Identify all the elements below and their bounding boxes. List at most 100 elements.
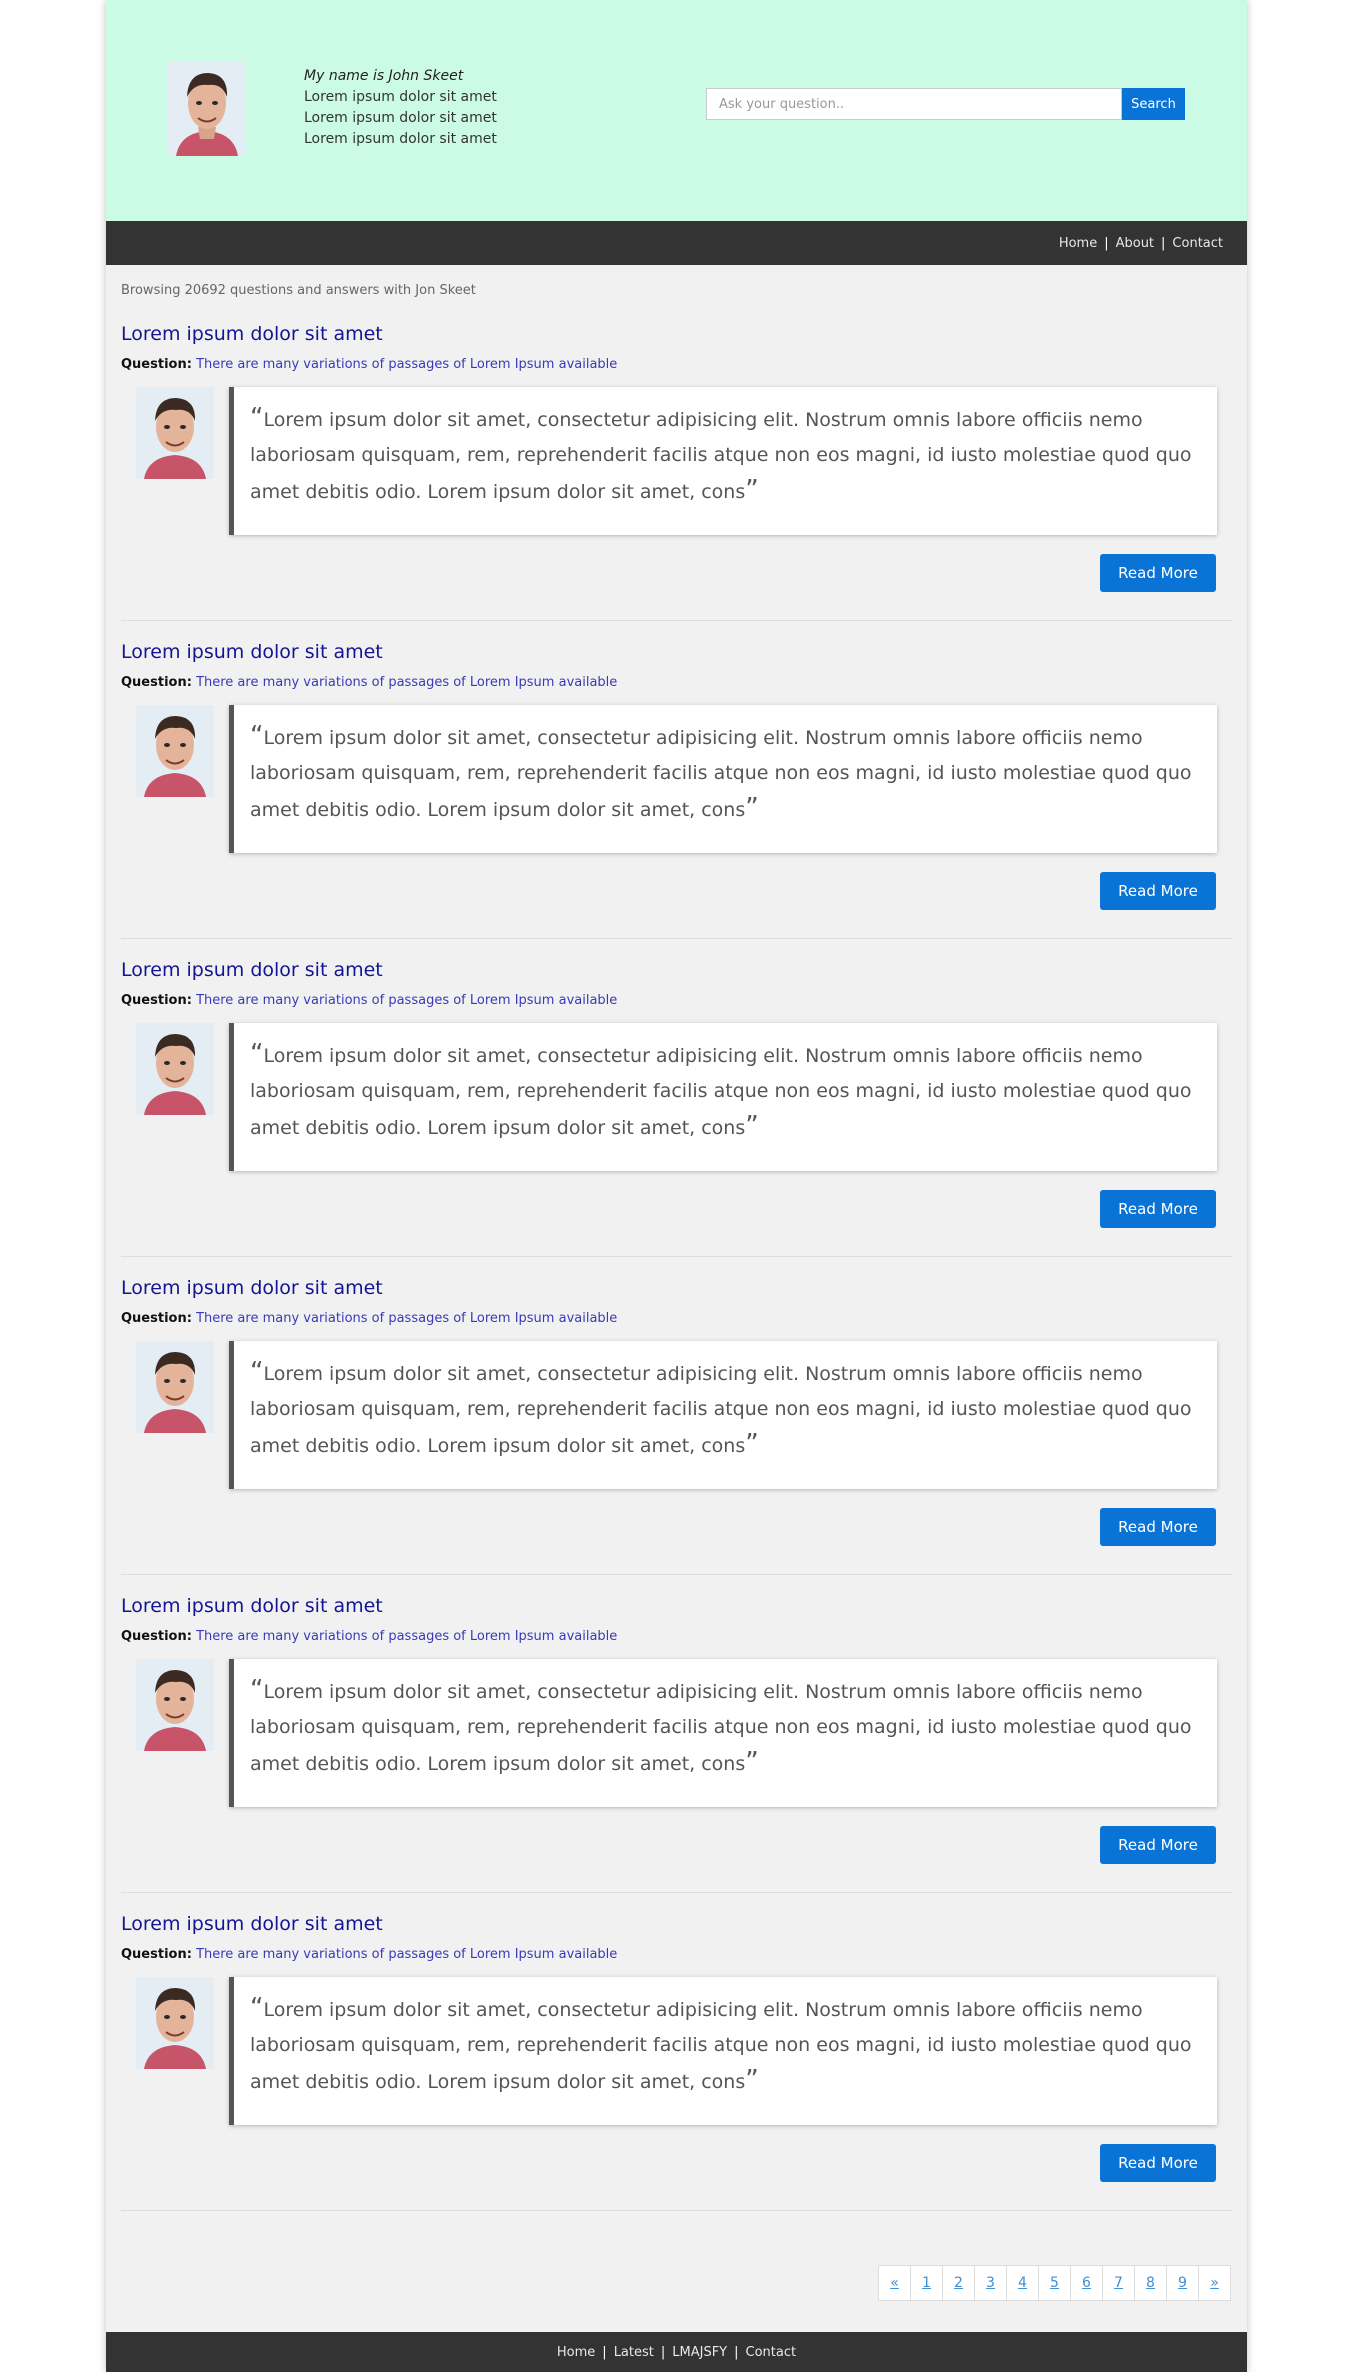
qa-question: Question: There are many variations of p…	[121, 1947, 617, 1962]
qa-title[interactable]: Lorem ipsum dolor sit amet	[121, 641, 383, 663]
question-label: Question:	[121, 357, 192, 372]
qa-item: Lorem ipsum dolor sit amet Question: The…	[121, 1575, 1232, 1893]
question-label: Question:	[121, 1629, 192, 1644]
pagination-page[interactable]: 9	[1166, 2265, 1199, 2301]
read-more-button[interactable]: Read More	[1100, 2144, 1216, 2182]
nav-contact[interactable]: Contact	[1172, 236, 1223, 251]
close-quote-icon: ”	[745, 1111, 759, 1141]
read-more-button[interactable]: Read More	[1100, 872, 1216, 910]
answer-quote: “Lorem ipsum dolor sit amet, consectetur…	[229, 1341, 1217, 1489]
profile-bio-line: Lorem ipsum dolor sit amet	[304, 110, 497, 126]
footer-separator: |	[660, 2344, 666, 2360]
qa-item: Lorem ipsum dolor sit amet Question: The…	[121, 939, 1232, 1257]
question-label: Question:	[121, 1311, 192, 1326]
qa-title[interactable]: Lorem ipsum dolor sit amet	[121, 1913, 383, 1935]
profile-name: My name is John Skeet	[304, 68, 464, 84]
close-quote-icon: ”	[745, 1747, 759, 1777]
close-quote-icon: ”	[745, 1429, 759, 1459]
qa-title[interactable]: Lorem ipsum dolor sit amet	[121, 323, 383, 345]
profile-bio-line: Lorem ipsum dolor sit amet	[304, 131, 497, 147]
close-quote-icon: ”	[745, 2065, 759, 2095]
pagination-page[interactable]: 5	[1038, 2265, 1071, 2301]
pagination: « 1 2 3 4 5 6 7 8 9 »	[878, 2265, 1231, 2301]
open-quote-icon: “	[250, 1357, 264, 1387]
open-quote-icon: “	[250, 721, 264, 751]
answer-quote: “Lorem ipsum dolor sit amet, consectetur…	[229, 387, 1217, 535]
qa-item: Lorem ipsum dolor sit amet Question: The…	[121, 1893, 1232, 2211]
pagination-page[interactable]: 4	[1006, 2265, 1039, 2301]
qa-question: Question: There are many variations of p…	[121, 675, 617, 690]
open-quote-icon: “	[250, 1675, 264, 1705]
qa-item: Lorem ipsum dolor sit amet Question: The…	[121, 621, 1232, 939]
question-link[interactable]: There are many variations of passages of…	[196, 1947, 617, 1962]
qa-item: Lorem ipsum dolor sit amet Question: The…	[121, 303, 1232, 621]
open-quote-icon: “	[250, 1993, 264, 2023]
answer-quote: “Lorem ipsum dolor sit amet, consectetur…	[229, 1023, 1217, 1171]
page: My name is John Skeet Lorem ipsum dolor …	[106, 0, 1247, 2372]
main-content: Browsing 20692 questions and answers wit…	[106, 283, 1247, 2211]
nav-separator: |	[1161, 235, 1166, 251]
qa-question: Question: There are many variations of p…	[121, 1311, 617, 1326]
nav-home[interactable]: Home	[1059, 236, 1097, 251]
answer-quote: “Lorem ipsum dolor sit amet, consectetur…	[229, 1659, 1217, 1807]
answer-text: Lorem ipsum dolor sit amet, consectetur …	[250, 1681, 1192, 1775]
question-link[interactable]: There are many variations of passages of…	[196, 1629, 617, 1644]
question-label: Question:	[121, 1947, 192, 1962]
read-more-button[interactable]: Read More	[1100, 1508, 1216, 1546]
footer-contact[interactable]: Contact	[746, 2345, 797, 2360]
pagination-page[interactable]: 6	[1070, 2265, 1103, 2301]
answer-quote: “Lorem ipsum dolor sit amet, consectetur…	[229, 1977, 1217, 2125]
qa-title[interactable]: Lorem ipsum dolor sit amet	[121, 1277, 383, 1299]
question-link[interactable]: There are many variations of passages of…	[196, 1311, 617, 1326]
close-quote-icon: ”	[745, 475, 759, 505]
qa-item: Lorem ipsum dolor sit amet Question: The…	[121, 1257, 1232, 1575]
answer-text: Lorem ipsum dolor sit amet, consectetur …	[250, 727, 1192, 821]
read-more-button[interactable]: Read More	[1100, 554, 1216, 592]
header: My name is John Skeet Lorem ipsum dolor …	[106, 0, 1247, 221]
pagination-page[interactable]: 8	[1134, 2265, 1167, 2301]
answer-avatar	[136, 1977, 214, 2069]
footer-separator: |	[602, 2344, 607, 2360]
question-link[interactable]: There are many variations of passages of…	[196, 357, 617, 372]
open-quote-icon: “	[250, 403, 264, 433]
pagination-page[interactable]: 2	[942, 2265, 975, 2301]
answer-avatar	[136, 705, 214, 797]
close-quote-icon: ”	[745, 793, 759, 823]
footer: Home | Latest | LMAJSFY | Contact	[106, 2332, 1247, 2372]
footer-lmajsfy[interactable]: LMAJSFY	[672, 2345, 727, 2360]
footer-home[interactable]: Home	[557, 2345, 595, 2360]
read-more-button[interactable]: Read More	[1100, 1826, 1216, 1864]
answer-quote: “Lorem ipsum dolor sit amet, consectetur…	[229, 705, 1217, 853]
pagination-page[interactable]: 1	[910, 2265, 943, 2301]
search-input[interactable]	[706, 88, 1122, 120]
profile-info: My name is John Skeet Lorem ipsum dolor …	[304, 66, 497, 150]
footer-latest[interactable]: Latest	[614, 2345, 654, 2360]
answer-text: Lorem ipsum dolor sit amet, consectetur …	[250, 1363, 1192, 1457]
question-link[interactable]: There are many variations of passages of…	[196, 675, 617, 690]
pagination-next[interactable]: »	[1198, 2265, 1231, 2301]
profile-bio-line: Lorem ipsum dolor sit amet	[304, 89, 497, 105]
pagination-page[interactable]: 3	[974, 2265, 1007, 2301]
footer-separator: |	[734, 2344, 739, 2360]
qa-question: Question: There are many variations of p…	[121, 993, 617, 1008]
pagination-prev[interactable]: «	[878, 2265, 911, 2301]
answer-avatar	[136, 1659, 214, 1751]
profile-avatar	[168, 61, 246, 156]
answer-avatar	[136, 387, 214, 479]
qa-title[interactable]: Lorem ipsum dolor sit amet	[121, 959, 383, 981]
read-more-button[interactable]: Read More	[1100, 1190, 1216, 1228]
answer-text: Lorem ipsum dolor sit amet, consectetur …	[250, 1045, 1192, 1139]
pagination-page[interactable]: 7	[1102, 2265, 1135, 2301]
qa-question: Question: There are many variations of p…	[121, 357, 617, 372]
question-label: Question:	[121, 675, 192, 690]
nav-about[interactable]: About	[1116, 236, 1154, 251]
open-quote-icon: “	[250, 1039, 264, 1069]
question-link[interactable]: There are many variations of passages of…	[196, 993, 617, 1008]
question-label: Question:	[121, 993, 192, 1008]
answer-text: Lorem ipsum dolor sit amet, consectetur …	[250, 409, 1192, 503]
qa-question: Question: There are many variations of p…	[121, 1629, 617, 1644]
search-button[interactable]: Search	[1122, 88, 1185, 120]
browse-info: Browsing 20692 questions and answers wit…	[121, 283, 476, 298]
answer-text: Lorem ipsum dolor sit amet, consectetur …	[250, 1999, 1192, 2093]
qa-title[interactable]: Lorem ipsum dolor sit amet	[121, 1595, 383, 1617]
